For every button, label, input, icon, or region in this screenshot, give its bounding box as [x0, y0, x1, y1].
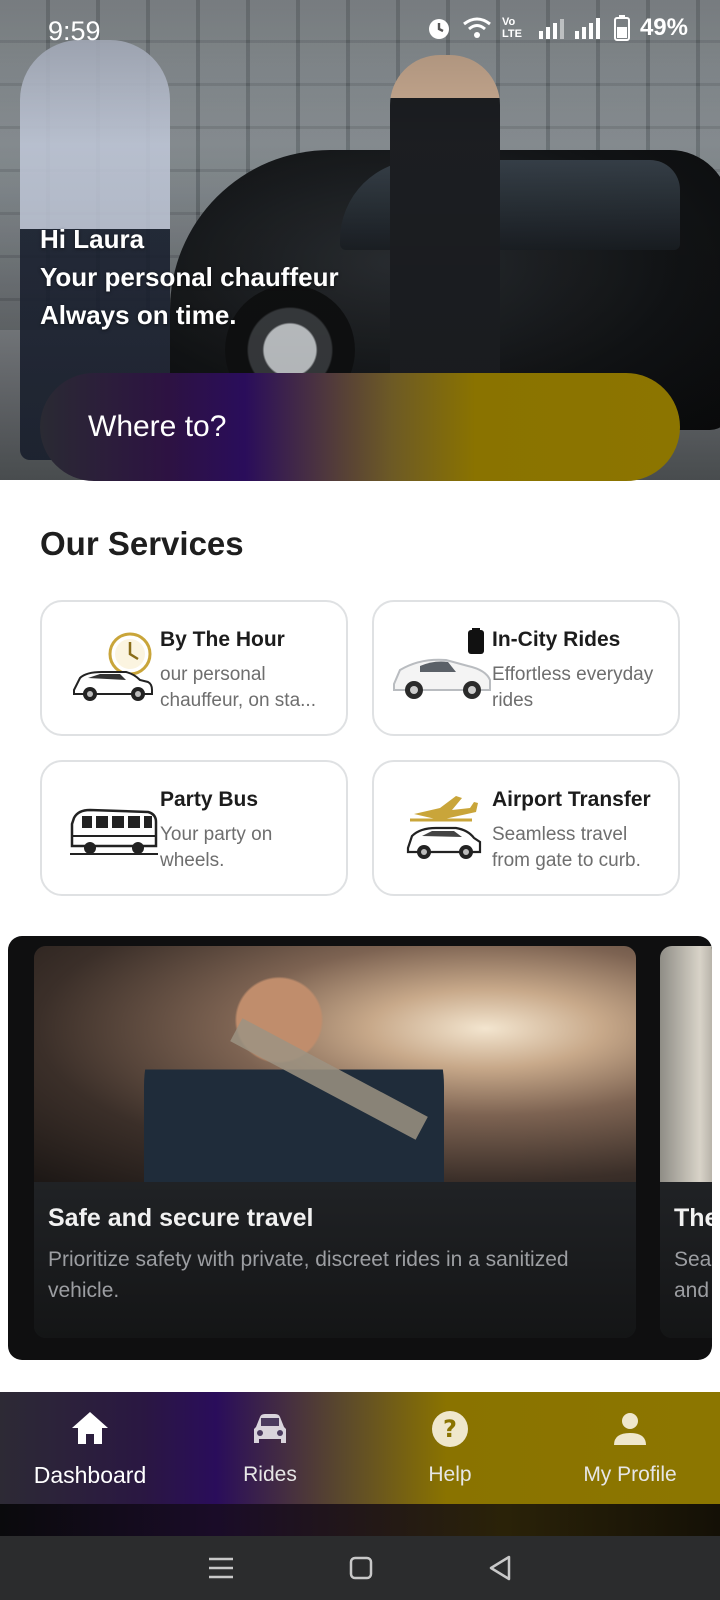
service-description: our personal chauffeur, on sta...	[160, 664, 316, 711]
status-time: 9:59	[48, 16, 101, 46]
nav-shadow-strip	[0, 1504, 720, 1536]
alarm-icon	[426, 15, 452, 41]
help-icon: ?	[428, 1409, 472, 1455]
bottom-navigation: Dashboard Rides ? Help My Profile	[0, 1392, 720, 1504]
nav-label: Dashboard	[33, 1461, 147, 1488]
service-description: Your party on wheels.	[160, 824, 273, 871]
home-button-icon[interactable]	[348, 1555, 374, 1581]
home-icon	[68, 1408, 112, 1454]
greeting-tagline-2: Always on time.	[40, 300, 237, 330]
bus-icon	[68, 788, 160, 868]
system-navigation-bar	[0, 1536, 720, 1600]
slide-description: Prioritize safety with private, discreet…	[48, 1248, 569, 1302]
service-card-party-bus[interactable]: Party Bus Your party on wheels.	[40, 760, 348, 896]
nav-label: My Profile	[583, 1463, 677, 1486]
nav-rides[interactable]: Rides	[180, 1392, 360, 1504]
service-card-airport-transfer[interactable]: Airport Transfer Seamless travel from ga…	[372, 760, 680, 896]
nav-label: Rides	[243, 1463, 297, 1486]
slide-image-next	[660, 946, 712, 1182]
greeting-name: Hi Laura	[40, 224, 145, 254]
signal-icon	[538, 17, 564, 39]
nav-dashboard[interactable]: Dashboard	[0, 1392, 180, 1504]
slide-caption-next: The Sea and	[660, 1182, 712, 1338]
hero-greeting: Hi Laura Your personal chauffeur Always …	[40, 220, 339, 334]
where-to-label: Where to?	[88, 410, 227, 443]
nav-my-profile[interactable]: My Profile	[540, 1392, 720, 1504]
where-to-search-button[interactable]: Where to?	[40, 373, 680, 481]
recent-apps-icon[interactable]	[207, 1556, 235, 1580]
car-icon	[248, 1409, 292, 1455]
feature-carousel[interactable]: Safe and secure travel Prioritize safety…	[8, 936, 712, 1360]
wifi-icon	[462, 16, 492, 40]
carousel-slide-next[interactable]: The Sea and	[660, 946, 712, 1338]
slide-title: Safe and secure travel	[48, 1204, 314, 1232]
service-name: In-City Rides	[492, 628, 621, 651]
service-description: Seamless travel from gate to curb.	[492, 824, 641, 871]
status-icons: Vo LTE 49%	[426, 14, 688, 42]
service-description: Effortless everyday rides	[492, 664, 654, 711]
slide-caption: Safe and secure travel Prioritize safety…	[34, 1182, 636, 1338]
slide-title: The	[674, 1204, 712, 1232]
clock-car-icon	[68, 628, 160, 708]
services-title: Our Services	[40, 525, 244, 562]
battery-percent: 49%	[639, 14, 688, 41]
back-icon[interactable]	[487, 1554, 513, 1582]
svg-text:?: ?	[443, 1415, 457, 1443]
slide-image-passenger	[34, 946, 636, 1182]
status-bar: 9:59 Vo LTE 49%	[0, 0, 720, 64]
nav-help[interactable]: ? Help	[360, 1392, 540, 1504]
service-name: By The Hour	[160, 628, 285, 651]
plane-car-icon	[400, 788, 492, 868]
carousel-slide[interactable]: Safe and secure travel Prioritize safety…	[34, 946, 636, 1338]
nav-label: Help	[428, 1463, 472, 1486]
person-icon	[608, 1409, 652, 1455]
service-name: Airport Transfer	[492, 788, 651, 811]
battery-icon	[613, 15, 630, 41]
slide-description: Sea and	[674, 1248, 712, 1302]
service-card-by-the-hour[interactable]: By The Hour our personal chauffeur, on s…	[40, 600, 348, 736]
service-name: Party Bus	[160, 788, 259, 811]
city-car-icon	[390, 628, 494, 708]
service-card-in-city-rides[interactable]: In-City Rides Effortless everyday rides	[372, 600, 680, 736]
greeting-tagline-1: Your personal chauffeur	[40, 262, 339, 292]
signal-icon-2	[574, 17, 604, 39]
volte-label: Vo LTE	[501, 16, 522, 40]
